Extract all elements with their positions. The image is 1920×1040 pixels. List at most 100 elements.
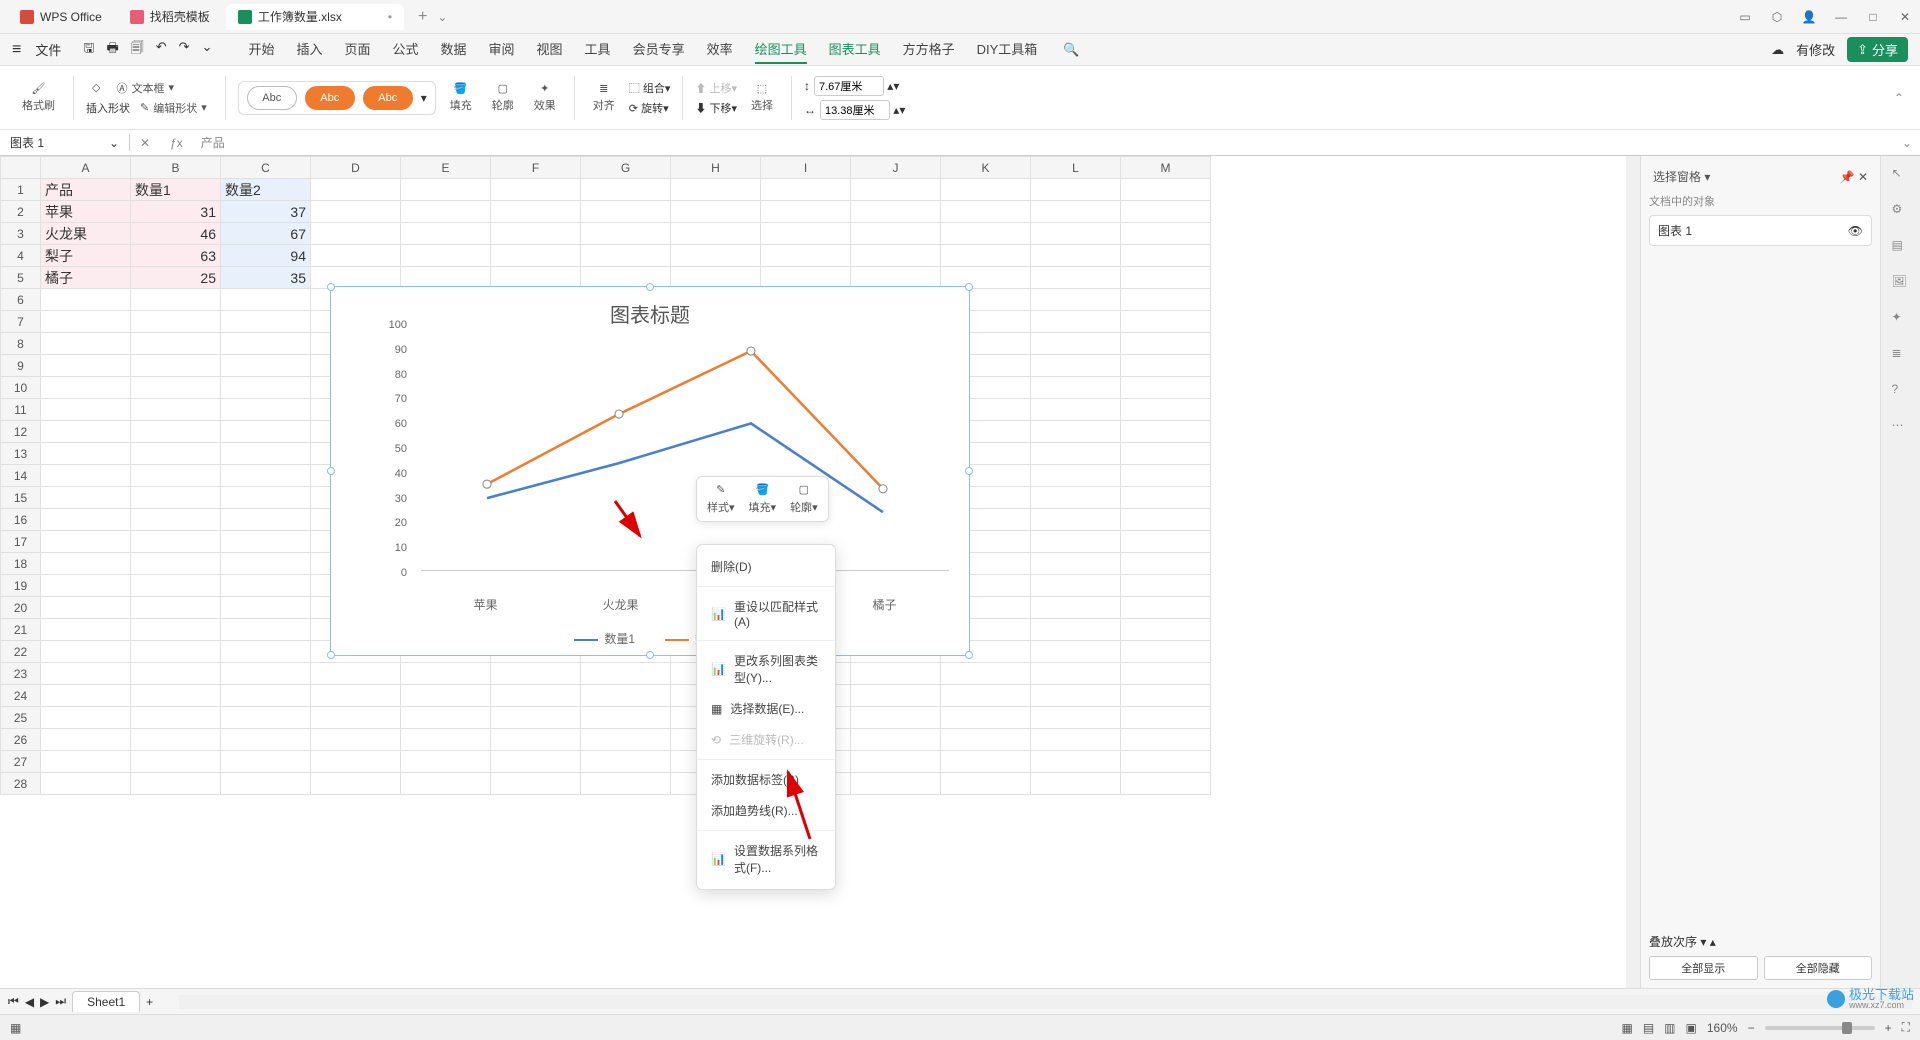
template-tab[interactable]: 找稻壳模板 <box>118 4 222 30</box>
show-all-button[interactable]: 全部显示 <box>1649 956 1758 980</box>
menu-tab-5[interactable]: 审阅 <box>489 35 515 64</box>
menu-tab-10[interactable]: 绘图工具 <box>755 35 807 64</box>
ctx-change-type[interactable]: 📊更改系列图表类型(Y)... <box>697 645 835 693</box>
ctx-reset[interactable]: 📊重设以匹配样式(A) <box>697 591 835 636</box>
avatar-icon[interactable]: 👤 <box>1802 10 1816 24</box>
select-button[interactable]: ⬚选择 <box>745 82 779 113</box>
minimize-button[interactable]: — <box>1834 10 1848 24</box>
menu-tab-11[interactable]: 图表工具 <box>829 35 881 64</box>
series-2-line[interactable] <box>487 351 883 489</box>
insert-shape-button[interactable]: ◇ <box>86 81 106 94</box>
shape-style-3[interactable]: Abc <box>363 86 413 110</box>
menu-tab-2[interactable]: 页面 <box>344 35 370 64</box>
maximize-button[interactable]: □ <box>1866 10 1880 24</box>
chart-plot[interactable]: 0102030405060708090100 苹果火龙果梨子橘子 <box>371 337 949 585</box>
add-sheet-button[interactable]: + <box>146 995 153 1009</box>
tab-menu-button[interactable]: ⌄ <box>437 10 447 24</box>
move-up-button[interactable]: ⬆ 上移▾ <box>695 80 737 96</box>
rotate-button[interactable]: ⟳ 旋转▾ <box>629 100 671 116</box>
mini-outline-button[interactable]: ▢轮廓▾ <box>790 483 818 515</box>
ctx-select-data[interactable]: ▦选择数据(E)... <box>697 693 835 724</box>
rail-image-icon[interactable]: 🖼 <box>1892 274 1910 292</box>
cancel-icon[interactable]: ✕ <box>130 136 160 150</box>
status-mode-icon[interactable]: ▦ <box>10 1021 21 1035</box>
menu-tab-8[interactable]: 会员专享 <box>633 35 685 64</box>
sheet-area[interactable]: ABCDEFGHIJKLM1产品数量1数量22苹果31373火龙果46674梨子… <box>0 156 1640 988</box>
text-box-button[interactable]: Ⓐ 文本框▾ <box>110 80 180 96</box>
ctx-delete[interactable]: 删除(D) <box>697 551 835 582</box>
ribbon-collapse-icon[interactable]: ⌃ <box>1894 91 1904 105</box>
shape-style-2[interactable]: Abc <box>305 86 355 110</box>
menu-tab-3[interactable]: 公式 <box>392 35 418 64</box>
formula-input[interactable]: 产品 <box>193 134 1894 151</box>
vertical-scrollbar[interactable] <box>1626 156 1640 988</box>
dropdown-icon[interactable]: ⌄ <box>202 39 213 61</box>
name-box[interactable]: 图表 1 ⌄ <box>0 134 130 151</box>
cube-icon[interactable]: ⬡ <box>1770 10 1784 24</box>
close-pane-icon[interactable]: ✕ <box>1858 170 1868 184</box>
move-down-button[interactable]: ⬇ 下移▾ <box>695 100 737 116</box>
sheet-nav-first[interactable]: ⏮ <box>8 994 19 1009</box>
chart-lines[interactable] <box>421 337 949 571</box>
chevron-down-icon[interactable]: ⌄ <box>109 136 119 150</box>
menu-tab-7[interactable]: 工具 <box>585 35 611 64</box>
file-tab[interactable]: 工作簿数量.xlsx • <box>226 4 404 30</box>
rail-help-icon[interactable]: ? <box>1892 382 1910 400</box>
view-page-icon[interactable]: ▤ <box>1643 1021 1654 1035</box>
outline-button[interactable]: ▢轮廓 <box>486 82 520 113</box>
sheet-nav-last[interactable]: ⏭ <box>55 994 66 1009</box>
style-more-icon[interactable]: ▾ <box>421 91 427 105</box>
sheet-nav-prev[interactable]: ◀ <box>25 995 34 1009</box>
horizontal-scrollbar[interactable] <box>179 995 1912 1009</box>
chart-legend[interactable]: 数量1 数量2 <box>331 630 969 647</box>
fill-button[interactable]: 🪣填充 <box>444 82 478 113</box>
preview-icon[interactable]: 🗐 <box>131 39 144 61</box>
menu-tab-1[interactable]: 插入 <box>296 35 322 64</box>
mini-fill-button[interactable]: 🪣填充▾ <box>749 483 777 515</box>
rail-layers-icon[interactable]: ≣ <box>1892 346 1910 364</box>
rail-select-icon[interactable]: ↖ <box>1892 166 1910 184</box>
width-input[interactable] <box>820 100 890 120</box>
menu-tab-6[interactable]: 视图 <box>537 35 563 64</box>
search-icon[interactable]: 🔍 <box>1063 42 1079 58</box>
share-button[interactable]: ⇪ 分享 <box>1847 37 1908 62</box>
app-tab[interactable]: WPS Office <box>8 4 114 30</box>
shape-style-1[interactable]: Abc <box>247 86 297 110</box>
print-icon[interactable]: 🖶 <box>106 39 118 61</box>
edit-shape-button[interactable]: ✎ 编辑形状▾ <box>134 100 213 116</box>
undo-icon[interactable]: ↶ <box>156 39 167 61</box>
menu-tab-13[interactable]: DIY工具箱 <box>977 35 1038 64</box>
chart-object[interactable]: 图表标题 0102030405060708090100 苹果火龙果梨子橘子 数量… <box>330 286 970 656</box>
fx-icon[interactable]: ƒx <box>160 136 193 150</box>
menu-tab-9[interactable]: 效率 <box>707 35 733 64</box>
window-layout-icon[interactable]: ▭ <box>1738 10 1752 24</box>
rail-style-icon[interactable]: ⚙ <box>1892 202 1910 220</box>
new-tab-button[interactable]: + <box>408 8 437 26</box>
redo-icon[interactable]: ↷ <box>179 39 190 61</box>
view-normal-icon[interactable]: ▦ <box>1621 1021 1632 1035</box>
hamburger-icon[interactable]: ≡ <box>12 41 21 59</box>
expand-formula-icon[interactable]: ⌄ <box>1894 136 1920 150</box>
insert-shape-label[interactable]: 插入形状 <box>86 100 130 116</box>
rail-more-icon[interactable]: ⋯ <box>1892 418 1910 436</box>
rail-tools-icon[interactable]: ✦ <box>1892 310 1910 328</box>
legend-1[interactable]: 数量1 <box>574 630 635 647</box>
pin-icon[interactable]: 📌 <box>1840 170 1855 184</box>
view-break-icon[interactable]: ▥ <box>1664 1021 1675 1035</box>
close-button[interactable]: ✕ <box>1898 10 1912 24</box>
menu-tab-12[interactable]: 方方格子 <box>903 35 955 64</box>
save-icon[interactable]: 🖫 <box>83 39 94 61</box>
format-painter-button[interactable]: 🖌 格式刷 <box>16 82 61 113</box>
hide-all-button[interactable]: 全部隐藏 <box>1764 956 1873 980</box>
sheet-tab-1[interactable]: Sheet1 <box>72 991 140 1012</box>
eye-icon[interactable]: 👁 <box>1848 224 1863 238</box>
menu-tab-4[interactable]: 数据 <box>441 35 467 64</box>
zoom-slider[interactable] <box>1765 1026 1875 1030</box>
view-reader-icon[interactable]: ▣ <box>1686 1021 1697 1035</box>
effect-button[interactable]: ✦效果 <box>528 82 562 113</box>
chart-title[interactable]: 图表标题 <box>331 287 969 332</box>
menu-tab-0[interactable]: 开始 <box>248 35 274 64</box>
height-input[interactable] <box>814 76 884 96</box>
rail-panel-icon[interactable]: ▤ <box>1892 238 1910 256</box>
group-button[interactable]: ⬚ 组合▾ <box>629 80 671 96</box>
